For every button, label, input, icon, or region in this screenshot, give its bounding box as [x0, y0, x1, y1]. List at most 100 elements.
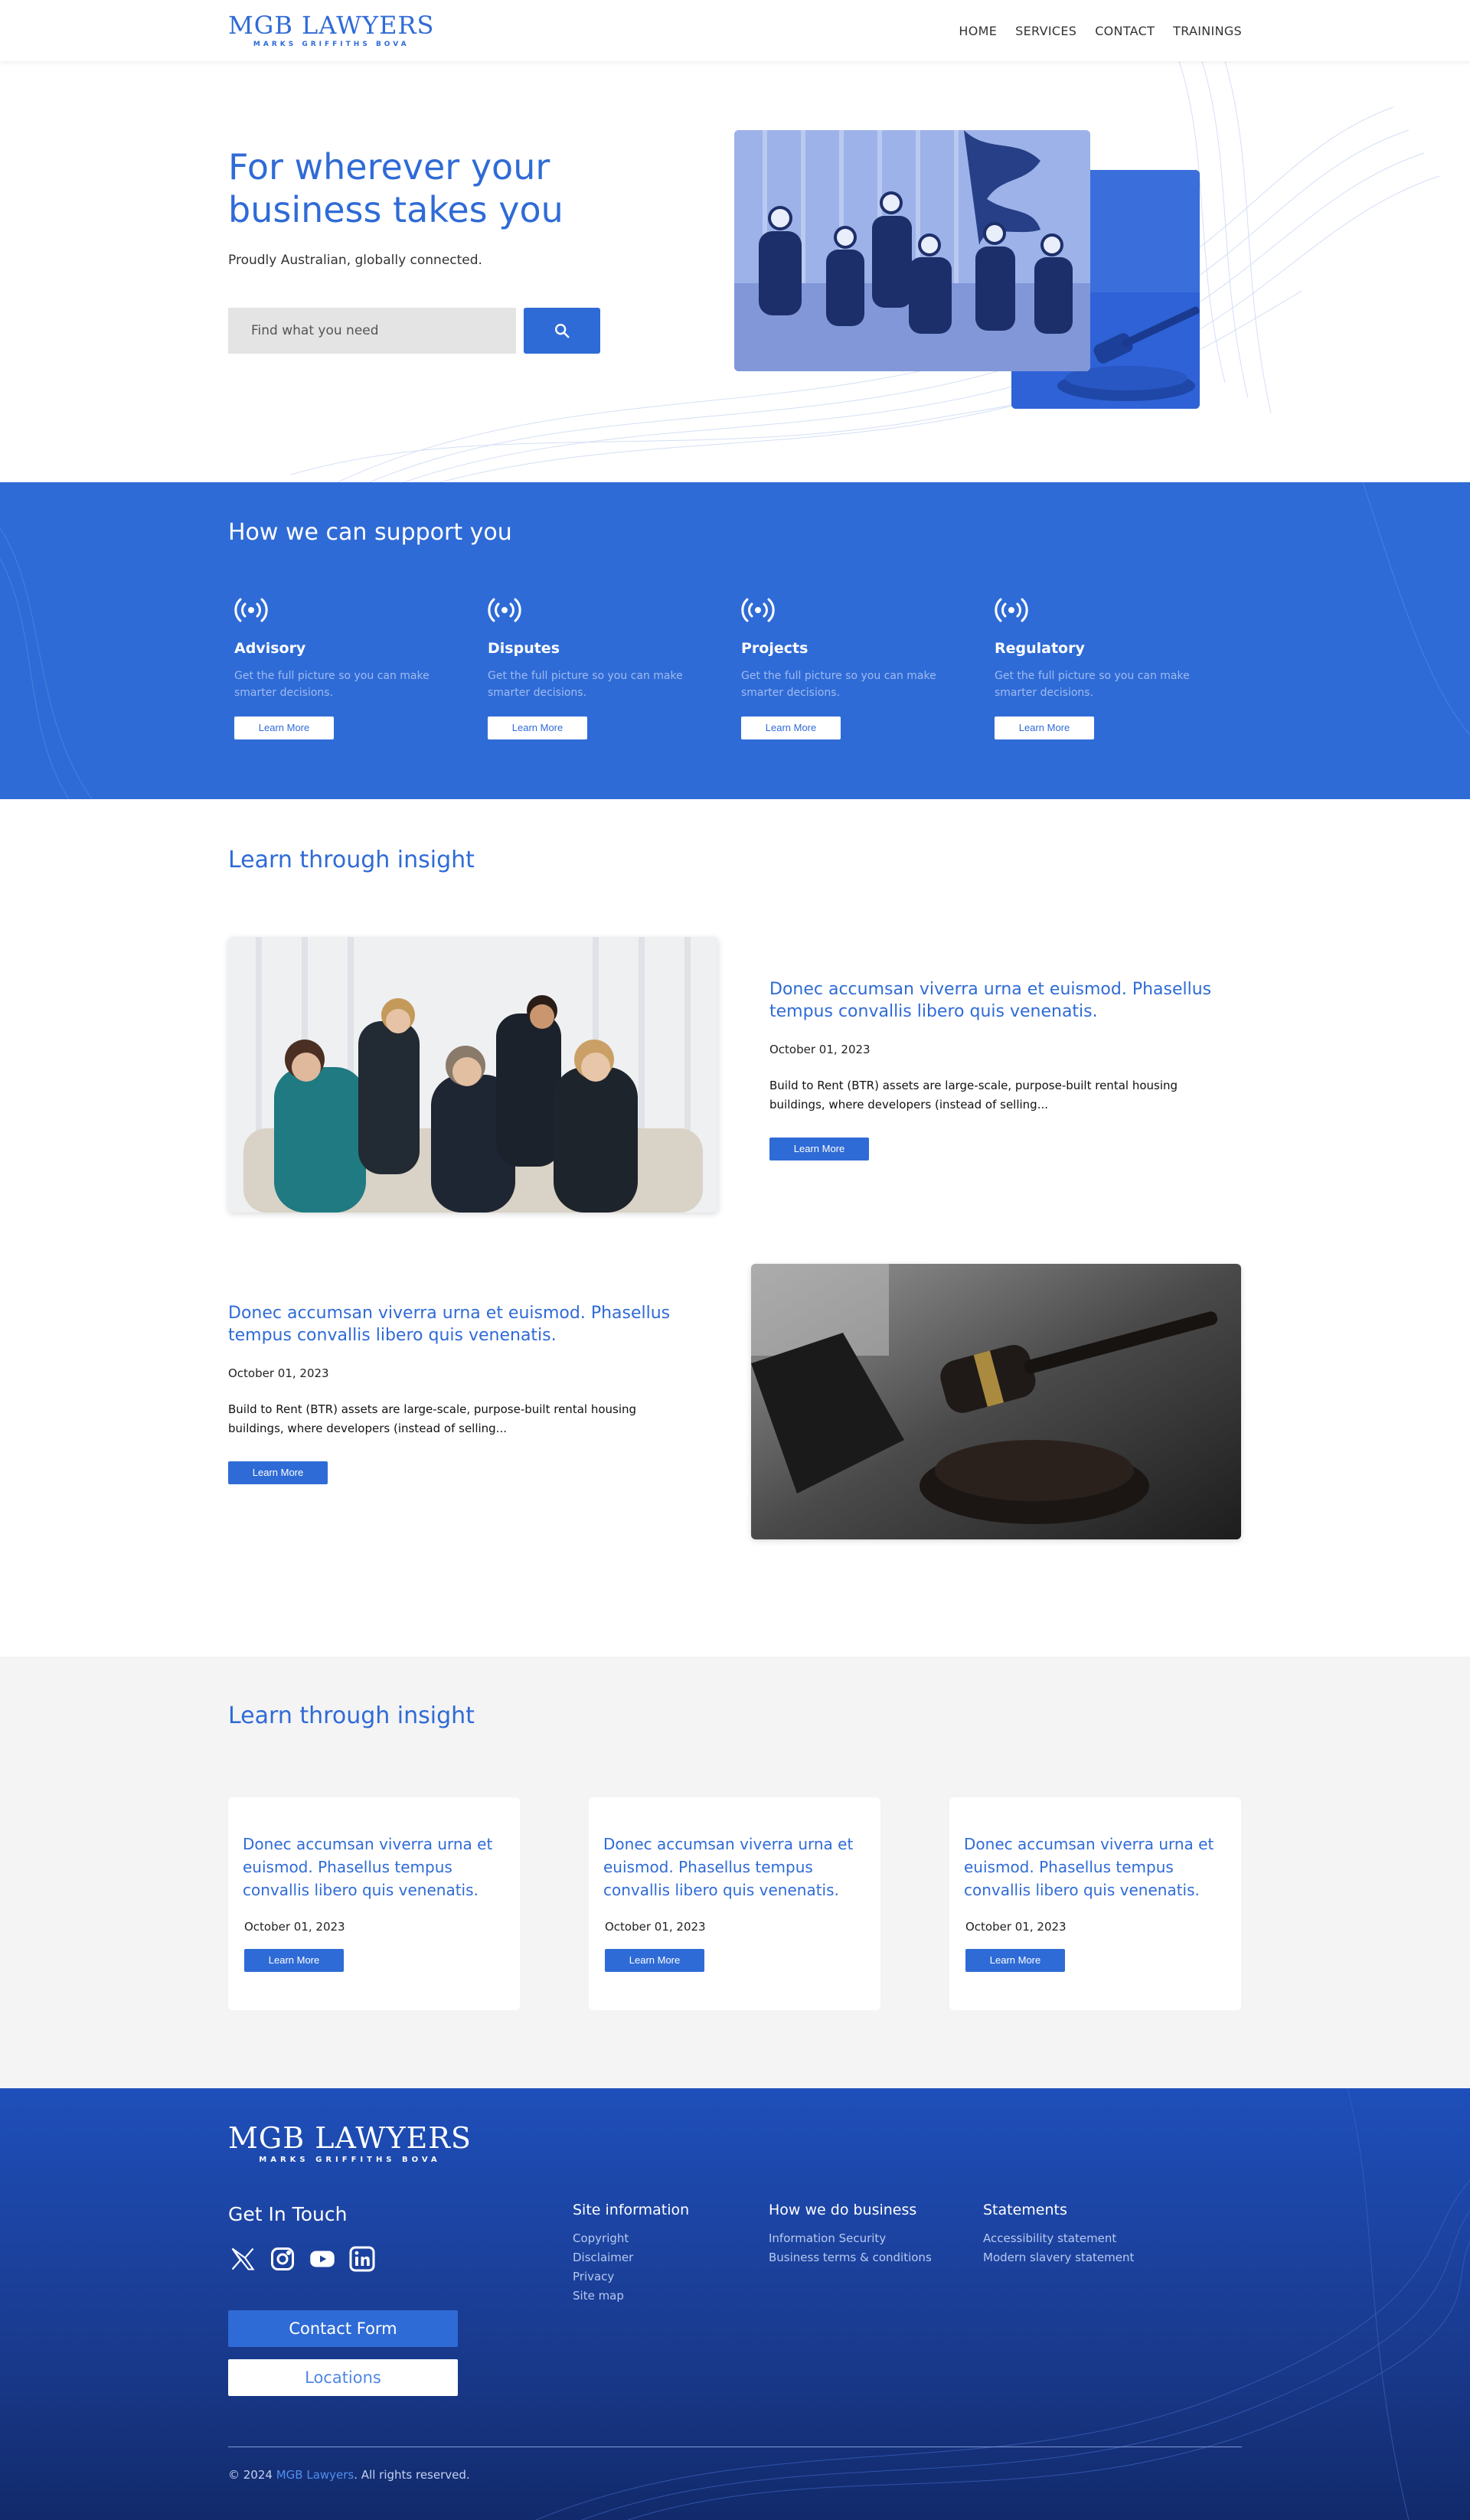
- hero-title-line-1: For wherever your: [228, 146, 550, 188]
- brand-logo[interactable]: MGB LAWYERS MARKS GRIFFITHS BOVA: [228, 13, 434, 48]
- social-links: [228, 2244, 377, 2274]
- service-cards: Advisory Get the full picture so you can…: [228, 597, 1242, 739]
- broadcast-icon: [741, 598, 775, 622]
- footer-link-privacy[interactable]: Privacy: [573, 2267, 689, 2287]
- logo-wordmark: MGB LAWYERS: [228, 11, 435, 40]
- youtube-icon[interactable]: [308, 2244, 337, 2274]
- article-excerpt: Build to Rent (BTR) assets are large-sca…: [228, 1402, 637, 1435]
- card-date: October 01, 2023: [965, 1920, 1067, 1934]
- footer-link-accessibility[interactable]: Accessibility statement: [983, 2229, 1134, 2248]
- hero-image-team: [734, 130, 1090, 371]
- service-card-disputes: Disputes Get the full picture so you can…: [482, 597, 735, 739]
- footer-column-heading: Site information: [573, 2202, 690, 2218]
- copyright-text: © 2024 MGB Lawyers. All rights reserved.: [228, 2468, 470, 2482]
- linkedin-icon[interactable]: [348, 2244, 377, 2274]
- article-title[interactable]: Donec accumsan viverra urna et euismod. …: [769, 978, 1229, 1023]
- get-in-touch-title: Get In Touch: [228, 2203, 348, 2225]
- footer-link-disclaimer[interactable]: Disclaimer: [573, 2248, 689, 2267]
- broadcast-icon: [488, 598, 521, 622]
- article-image-team[interactable]: [228, 937, 718, 1213]
- copyright-prefix: © 2024: [228, 2468, 276, 2482]
- logo-tagline: MARKS GRIFFITHS BOVA: [253, 41, 410, 48]
- hero-title: For wherever your business takes you: [228, 145, 657, 231]
- footer-logo-tagline: MARKS GRIFFITHS BOVA: [259, 2156, 441, 2164]
- footer-link-business-terms[interactable]: Business terms & conditions: [769, 2248, 932, 2267]
- card-title[interactable]: Donec accumsan viverra urna et euismod. …: [964, 1833, 1226, 1901]
- team-photo: [734, 130, 1090, 371]
- footer-logo[interactable]: MGB LAWYERS MARKS GRIFFITHS BOVA: [228, 2123, 472, 2164]
- footer-column-site-information: Site information Copyright Disclaimer Pr…: [573, 2202, 689, 2306]
- site-header: MGB LAWYERS MARKS GRIFFITHS BOVA HOME SE…: [0, 0, 1470, 61]
- service-description: Get the full picture so you can make sma…: [995, 670, 1190, 699]
- nav-contact[interactable]: CONTACT: [1095, 24, 1155, 38]
- card-date: October 01, 2023: [605, 1920, 706, 1934]
- nav-trainings[interactable]: TRAININGS: [1173, 24, 1242, 38]
- learn-more-button[interactable]: Learn More: [605, 1949, 704, 1972]
- contact-form-button[interactable]: Contact Form: [228, 2310, 458, 2347]
- service-card-projects: Projects Get the full picture so you can…: [735, 597, 988, 739]
- insights-cards-section: Learn through insight Donec accumsan viv…: [0, 1657, 1470, 2088]
- article-image-gavel[interactable]: [751, 1264, 1241, 1539]
- article-date: October 01, 2023: [228, 1366, 329, 1380]
- gavel-photo: [751, 1264, 1241, 1539]
- footer-link-copyright[interactable]: Copyright: [573, 2229, 689, 2248]
- service-name: Disputes: [488, 640, 560, 657]
- learn-more-button[interactable]: Learn More: [995, 717, 1094, 739]
- service-card-advisory: Advisory Get the full picture so you can…: [228, 597, 482, 739]
- card-title[interactable]: Donec accumsan viverra urna et euismod. …: [603, 1833, 865, 1901]
- nav-services[interactable]: SERVICES: [1015, 24, 1076, 38]
- hero-subtitle: Proudly Australian, globally connected.: [228, 253, 482, 268]
- learn-more-button[interactable]: Learn More: [769, 1138, 869, 1160]
- learn-more-button[interactable]: Learn More: [244, 1949, 344, 1972]
- footer-background-lines: [535, 2088, 1470, 2520]
- x-icon[interactable]: [228, 2244, 257, 2274]
- article-1: Donec accumsan viverra urna et euismod. …: [769, 978, 1229, 1160]
- learn-more-button[interactable]: Learn More: [741, 717, 841, 739]
- insight-card: Donec accumsan viverra urna et euismod. …: [949, 1797, 1241, 2010]
- insights-section: Learn through insight Donec accumsan viv…: [0, 799, 1470, 1657]
- card-title[interactable]: Donec accumsan viverra urna et euismod. …: [243, 1833, 505, 1901]
- search-input[interactable]: [228, 308, 516, 354]
- article-date: October 01, 2023: [769, 1043, 871, 1056]
- insight-card: Donec accumsan viverra urna et euismod. …: [228, 1797, 520, 2010]
- article-excerpt: Build to Rent (BTR) assets are large-sca…: [769, 1079, 1178, 1111]
- main-nav: HOME SERVICES CONTACT TRAININGS: [959, 24, 1242, 38]
- footer-column-heading: How we do business: [769, 2202, 917, 2218]
- learn-more-button[interactable]: Learn More: [965, 1949, 1065, 1972]
- services-title: How we can support you: [228, 519, 512, 546]
- learn-more-button[interactable]: Learn More: [228, 1461, 328, 1484]
- footer-column-heading: Statements: [983, 2202, 1067, 2218]
- broadcast-icon: [234, 598, 268, 622]
- footer-link-information-security[interactable]: Information Security: [769, 2229, 932, 2248]
- service-name: Projects: [741, 640, 808, 657]
- insight-card: Donec accumsan viverra urna et euismod. …: [589, 1797, 880, 2010]
- service-name: Regulatory: [995, 640, 1085, 657]
- article-2: Donec accumsan viverra urna et euismod. …: [228, 1302, 688, 1484]
- instagram-icon[interactable]: [268, 2244, 297, 2274]
- broadcast-icon: [995, 598, 1028, 622]
- service-card-regulatory: Regulatory Get the full picture so you c…: [988, 597, 1242, 739]
- hero-text: For wherever your business takes you Pro…: [228, 145, 657, 354]
- nav-home[interactable]: HOME: [959, 24, 997, 38]
- hero-title-line-2: business takes you: [228, 189, 564, 230]
- card-date: October 01, 2023: [244, 1920, 345, 1934]
- copyright-suffix: . All rights reserved.: [354, 2468, 470, 2482]
- article-title[interactable]: Donec accumsan viverra urna et euismod. …: [228, 1302, 688, 1347]
- search-button[interactable]: [524, 308, 600, 354]
- site-footer: MGB LAWYERS MARKS GRIFFITHS BOVA Get In …: [0, 2088, 1470, 2520]
- insights-cards-title: Learn through insight: [228, 1702, 475, 1729]
- learn-more-button[interactable]: Learn More: [234, 717, 334, 739]
- service-description: Get the full picture so you can make sma…: [488, 670, 683, 699]
- services-section: How we can support you Advisory Get the …: [0, 482, 1470, 799]
- hero-section: For wherever your business takes you Pro…: [0, 61, 1470, 482]
- copyright-brand-link[interactable]: MGB Lawyers: [276, 2468, 354, 2482]
- footer-link-modern-slavery[interactable]: Modern slavery statement: [983, 2248, 1134, 2267]
- learn-more-button[interactable]: Learn More: [488, 717, 587, 739]
- service-description: Get the full picture so you can make sma…: [741, 670, 936, 699]
- footer-link-site-map[interactable]: Site map: [573, 2287, 689, 2306]
- footer-column-how-we-do-business: How we do business Information Security …: [769, 2202, 932, 2267]
- locations-button[interactable]: Locations: [228, 2359, 458, 2396]
- footer-logo-wordmark: MGB LAWYERS: [228, 2121, 472, 2155]
- footer-column-statements: Statements Accessibility statement Moder…: [983, 2202, 1134, 2267]
- insights-title: Learn through insight: [228, 847, 475, 873]
